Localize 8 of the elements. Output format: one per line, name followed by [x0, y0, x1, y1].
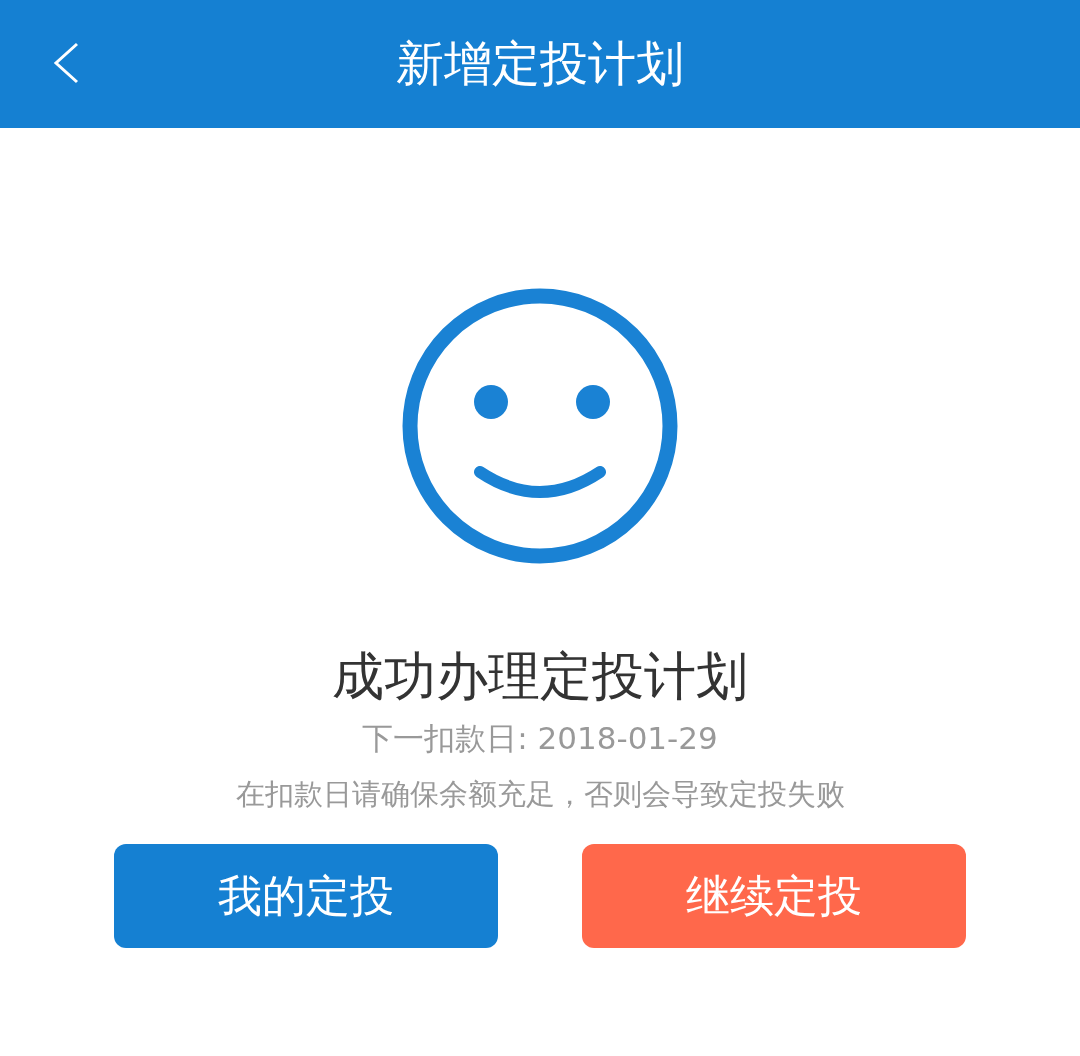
page-title: 新增定投计划 [396, 34, 684, 93]
continue-button[interactable]: 继续定投 [582, 844, 966, 948]
my-plans-button[interactable]: 我的定投 [114, 844, 498, 948]
smiley-icon [402, 288, 678, 564]
balance-note: 在扣款日请确保余额充足，否则会导致定投失败 [235, 776, 845, 813]
success-title: 成功办理定投计划 [332, 645, 748, 708]
back-icon[interactable] [52, 42, 80, 84]
next-debit-date: 下一扣款日: 2018-01-29 [362, 719, 718, 758]
